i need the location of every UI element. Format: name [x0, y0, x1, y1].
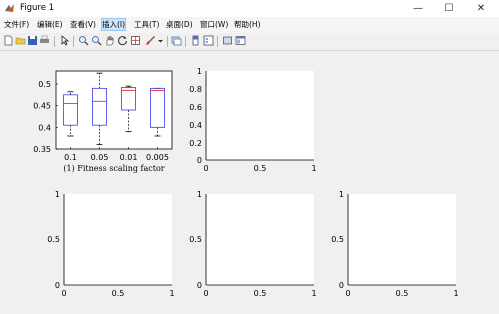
menu-edit[interactable]: 编辑(E) — [37, 19, 63, 30]
title-bar: Figure 1 — ☐ ✕ — [0, 0, 499, 17]
maximize-button[interactable]: ☐ — [434, 0, 464, 17]
y-tick-label: 1 — [339, 190, 344, 199]
y-tick-label: 0.45 — [33, 102, 51, 111]
x-tick-label: 0 — [61, 289, 66, 298]
save-icon[interactable] — [27, 35, 38, 46]
axes-box — [348, 194, 456, 285]
open-file-icon[interactable] — [15, 35, 26, 46]
x-tick-label: 1 — [453, 289, 458, 298]
y-tick-label: 0.5 — [38, 80, 51, 89]
y-tick-label: 0 — [55, 281, 60, 290]
x-tick-label: 1 — [169, 289, 174, 298]
matlab-app-icon — [5, 4, 14, 12]
menu-view[interactable]: 查看(V) — [70, 19, 96, 30]
toolbar-separator — [167, 36, 168, 47]
x-tick-label: 0.5 — [396, 289, 409, 298]
rotate-icon[interactable] — [117, 35, 128, 46]
toolbar-separator — [217, 36, 218, 47]
y-tick-label: 0.4 — [189, 121, 202, 130]
figure-canvas[interactable]: 0.35 0.4 0.45 0.5 0.1 0.05 0.01 0.005 (1… — [0, 51, 499, 310]
menu-bar: 文件(F) 编辑(E) 查看(V) 插入(I) 工具(T) 桌面(D) 窗口(W… — [0, 17, 499, 33]
window-title: Figure 1 — [20, 3, 55, 13]
y-tick-label: 0.4 — [38, 123, 51, 132]
x-tick-label: 0.005 — [146, 153, 169, 162]
empty-axes-2[interactable]: 1 0.8 0.6 0.4 0.2 0 0 0.5 1 — [189, 67, 316, 173]
hide-plot-tools-icon[interactable] — [222, 35, 233, 46]
y-tick-label: 0.6 — [189, 103, 202, 112]
axes-box — [206, 194, 314, 285]
close-button[interactable]: ✕ — [466, 0, 496, 17]
pointer-icon[interactable] — [59, 35, 70, 46]
y-tick-label: 1 — [197, 67, 202, 76]
y-tick-label: 1 — [197, 190, 202, 199]
axes-box — [206, 71, 314, 160]
menu-insert[interactable]: 插入(I) — [100, 18, 127, 31]
y-tick-label: 0.5 — [47, 235, 60, 244]
y-tick-label: 0 — [197, 156, 202, 165]
show-plot-tools-icon[interactable] — [235, 35, 246, 46]
x-tick-label: 0.5 — [112, 289, 125, 298]
x-tick-label: 1 — [311, 289, 316, 298]
x-tick-label: 1 — [311, 164, 316, 173]
menu-tools[interactable]: 工具(T) — [134, 19, 159, 30]
axes-box — [64, 194, 172, 285]
x-tick-label: 0 — [345, 289, 350, 298]
data-cursor-icon[interactable] — [130, 35, 141, 46]
y-tick-label: 0.5 — [189, 235, 202, 244]
zoom-out-icon[interactable] — [91, 35, 102, 46]
zoom-in-icon[interactable] — [78, 35, 89, 46]
toolbar-separator — [54, 36, 55, 47]
print-icon[interactable] — [39, 35, 50, 46]
y-tick-label: 0 — [339, 281, 344, 290]
brush-icon[interactable] — [145, 35, 156, 46]
new-figure-icon[interactable] — [3, 35, 14, 46]
x-tick-label: 0 — [203, 164, 208, 173]
empty-axes-5[interactable]: 1 0.5 0 0 0.5 1 — [331, 190, 458, 298]
x-tick-label: 0.5 — [254, 164, 267, 173]
y-tick-label: 0 — [197, 281, 202, 290]
x-tick-label: 0 — [203, 289, 208, 298]
x-tick-label: 0.5 — [254, 289, 267, 298]
y-tick-label: 0.2 — [189, 139, 202, 148]
x-tick-label: 0.1 — [64, 153, 77, 162]
y-tick-label: 1 — [55, 190, 60, 199]
menu-window[interactable]: 窗口(W) — [200, 19, 228, 30]
colorbar-icon[interactable] — [190, 35, 201, 46]
menu-help[interactable]: 帮助(H) — [234, 19, 261, 30]
minimize-button[interactable]: — — [403, 0, 433, 17]
y-tick-label: 0.5 — [331, 235, 344, 244]
menu-desktop[interactable]: 桌面(D) — [166, 19, 193, 30]
link-icon[interactable] — [171, 35, 182, 46]
y-tick-label: 0.35 — [33, 145, 51, 154]
x-tick-label: 0.01 — [120, 153, 138, 162]
menu-file[interactable]: 文件(F) — [4, 19, 29, 30]
legend-icon[interactable] — [203, 35, 214, 46]
empty-axes-4[interactable]: 1 0.5 0 0 0.5 1 — [189, 190, 316, 298]
y-tick-label: 0.8 — [189, 85, 202, 94]
x-axis-label: (1) Fitness scaling factor — [63, 164, 164, 173]
pan-icon[interactable] — [104, 35, 115, 46]
chevron-down-icon[interactable] — [157, 35, 164, 46]
axes-box — [55, 70, 173, 150]
toolbar-separator — [185, 36, 186, 47]
boxplot-axes[interactable]: 0.35 0.4 0.45 0.5 0.1 0.05 0.01 0.005 (1… — [33, 70, 173, 173]
empty-axes-3[interactable]: 1 0.5 0 0 0.5 1 — [47, 190, 174, 298]
x-tick-label: 0.05 — [91, 153, 109, 162]
toolbar-separator — [73, 36, 74, 47]
figure-plots: 0.35 0.4 0.45 0.5 0.1 0.05 0.01 0.005 (1… — [33, 67, 458, 298]
figure-toolbar — [0, 33, 499, 51]
